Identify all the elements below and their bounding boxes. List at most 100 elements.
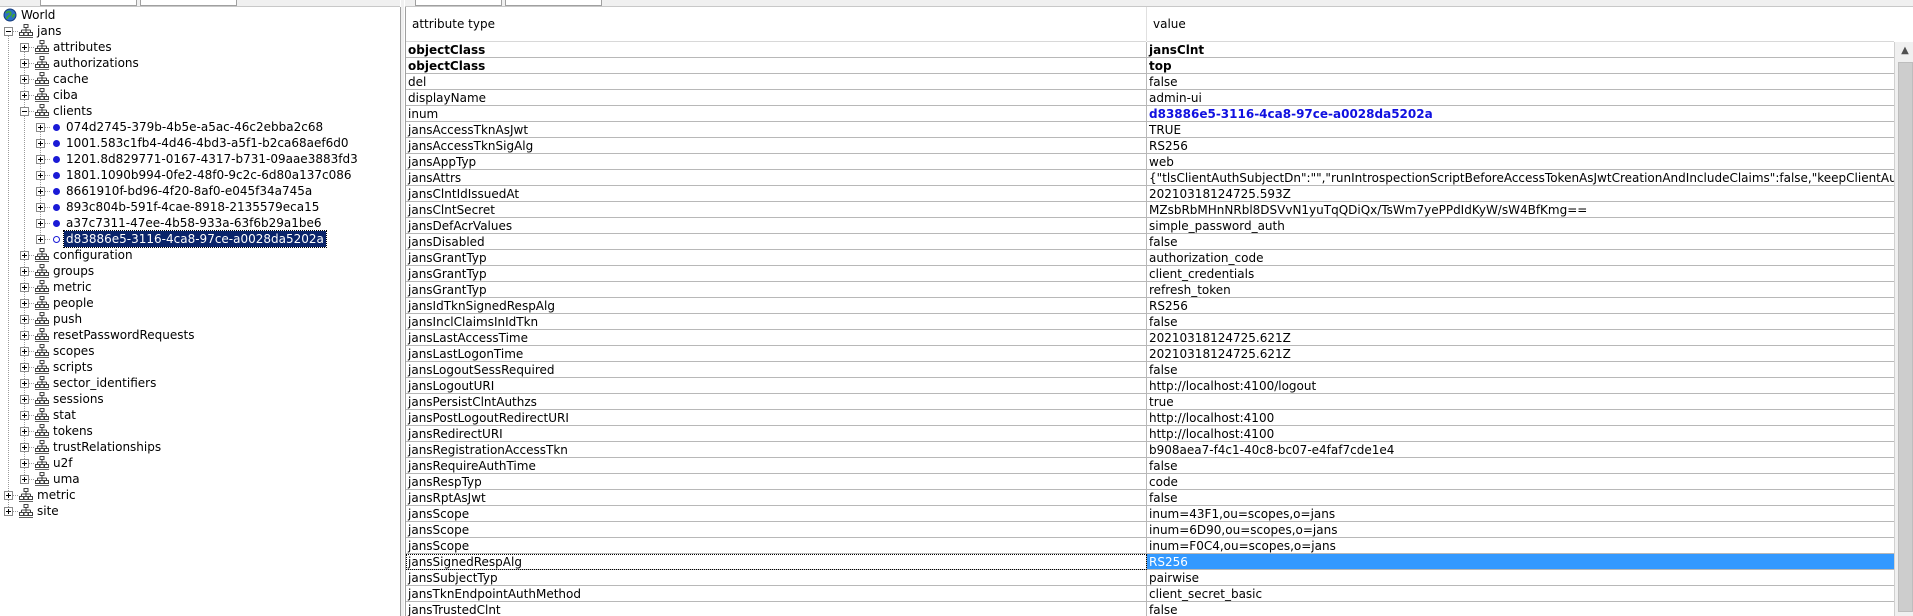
tab-fragment[interactable]: [505, 0, 602, 6]
tree-item-label[interactable]: stat: [51, 407, 78, 423]
attribute-name-cell[interactable]: jansAccessTknSigAlg: [406, 138, 1147, 154]
attribute-value-cell[interactable]: http://localhost:4100: [1147, 426, 1895, 442]
attribute-value-cell[interactable]: false: [1147, 74, 1895, 90]
tree-item[interactable]: tokens: [0, 423, 400, 439]
expand-plus-icon[interactable]: [20, 251, 29, 260]
tree-item-label[interactable]: jans: [35, 23, 64, 39]
attribute-name-cell[interactable]: jansIdTknSignedRespAlg: [406, 298, 1147, 314]
attribute-value-cell[interactable]: false: [1147, 362, 1895, 378]
expand-plus-icon[interactable]: [20, 331, 29, 340]
tree-item[interactable]: people: [0, 295, 400, 311]
tree-item[interactable]: resetPasswordRequests: [0, 327, 400, 343]
table-row[interactable]: jansLastLogonTime 20210318124725.621Z: [406, 346, 1895, 362]
table-row[interactable]: jansScope inum=F0C4,ou=scopes,o=jans: [406, 538, 1895, 554]
table-row[interactable]: jansGrantTyp refresh_token: [406, 282, 1895, 298]
expand-plus-icon[interactable]: [36, 123, 45, 132]
tree-item-label[interactable]: d83886e5-3116-4ca8-97ce-a0028da5202a: [63, 230, 327, 248]
tree-item-label[interactable]: attributes: [51, 39, 114, 55]
tree-item[interactable]: ciba: [0, 87, 400, 103]
attribute-value-cell[interactable]: simple_password_auth: [1147, 218, 1895, 234]
attribute-value-cell[interactable]: 20210318124725.593Z: [1147, 186, 1895, 202]
attribute-name-cell[interactable]: jansAppTyp: [406, 154, 1147, 170]
tree-item-label[interactable]: scopes: [51, 343, 96, 359]
attribute-name-cell[interactable]: del: [406, 74, 1147, 90]
table-row[interactable]: jansAttrs {"tlsClientAuthSubjectDn":"","r…: [406, 170, 1895, 186]
attribute-name-cell[interactable]: jansScope: [406, 522, 1147, 538]
table-row[interactable]: objectClass jansClnt: [406, 42, 1895, 58]
attribute-name-cell[interactable]: jansLogoutURI: [406, 378, 1147, 394]
attribute-name-cell[interactable]: jansTknEndpointAuthMethod: [406, 586, 1147, 602]
tree-item[interactable]: metric: [0, 279, 400, 295]
expand-plus-icon[interactable]: [20, 75, 29, 84]
table-row[interactable]: jansScope inum=43F1,ou=scopes,o=jans: [406, 506, 1895, 522]
tree-item[interactable]: a37c7311-47ee-4b58-933a-63f6b29a1be6: [0, 215, 400, 231]
table-row[interactable]: jansRequireAuthTime false: [406, 458, 1895, 474]
expand-plus-icon[interactable]: [20, 427, 29, 436]
attribute-value-cell[interactable]: RS256: [1147, 554, 1895, 570]
tree-item[interactable]: scripts: [0, 359, 400, 375]
table-row[interactable]: del false: [406, 74, 1895, 90]
tree-item[interactable]: clients: [0, 103, 400, 119]
tree-item-label[interactable]: ciba: [51, 87, 80, 103]
tree-item[interactable]: uma: [0, 471, 400, 487]
attribute-value-cell[interactable]: TRUE: [1147, 122, 1895, 138]
attribute-name-cell[interactable]: jansGrantTyp: [406, 282, 1147, 298]
attribute-name-cell[interactable]: displayName: [406, 90, 1147, 106]
tree-item-label[interactable]: configuration: [51, 247, 135, 263]
attribute-name-cell[interactable]: jansRespTyp: [406, 474, 1147, 490]
attribute-value-cell[interactable]: RS256: [1147, 298, 1895, 314]
tree-item-label[interactable]: uma: [51, 471, 82, 487]
attribute-name-cell[interactable]: jansRequireAuthTime: [406, 458, 1147, 474]
attribute-name-cell[interactable]: jansPersistClntAuthzs: [406, 394, 1147, 410]
collapse-minus-icon[interactable]: [20, 107, 29, 116]
attribute-value-cell[interactable]: false: [1147, 490, 1895, 506]
expand-plus-icon[interactable]: [4, 507, 13, 516]
tree-item-label[interactable]: resetPasswordRequests: [51, 327, 196, 343]
tree-item-label[interactable]: people: [51, 295, 96, 311]
table-row[interactable]: displayName admin-ui: [406, 90, 1895, 106]
table-row[interactable]: jansInclClaimsInIdTkn false: [406, 314, 1895, 330]
tree-item-label[interactable]: a37c7311-47ee-4b58-933a-63f6b29a1be6: [64, 215, 324, 231]
attribute-value-cell[interactable]: inum=43F1,ou=scopes,o=jans: [1147, 506, 1895, 522]
tab-fragment[interactable]: [415, 0, 502, 6]
tree-root-label[interactable]: World: [19, 7, 57, 23]
tree-item-label[interactable]: metric: [35, 487, 78, 503]
tree-item-label[interactable]: 1201.8d829771-0167-4317-b731-09aae3883fd…: [64, 151, 360, 167]
tree-item-label[interactable]: 1001.583c1fb4-4d46-4bd3-a5f1-b2ca68aef6d…: [64, 135, 350, 151]
attribute-name-cell[interactable]: jansSubjectTyp: [406, 570, 1147, 586]
attribute-value-cell[interactable]: false: [1147, 314, 1895, 330]
tree-item[interactable]: scopes: [0, 343, 400, 359]
collapse-minus-icon[interactable]: [4, 27, 13, 36]
table-row[interactable]: jansAppTyp web: [406, 154, 1895, 170]
table-row[interactable]: jansScope inum=6D90,ou=scopes,o=jans: [406, 522, 1895, 538]
table-row[interactable]: jansGrantTyp authorization_code: [406, 250, 1895, 266]
attribute-value-cell[interactable]: false: [1147, 234, 1895, 250]
attribute-value-cell[interactable]: inum=F0C4,ou=scopes,o=jans: [1147, 538, 1895, 554]
attribute-value-cell[interactable]: client_credentials: [1147, 266, 1895, 282]
tree-item-label[interactable]: u2f: [51, 455, 74, 471]
tree-item-label[interactable]: sessions: [51, 391, 106, 407]
attribute-name-cell[interactable]: jansLastLogonTime: [406, 346, 1147, 362]
attribute-value-cell[interactable]: code: [1147, 474, 1895, 490]
table-row[interactable]: jansLastAccessTime 20210318124725.621Z: [406, 330, 1895, 346]
tree-item-label[interactable]: groups: [51, 263, 96, 279]
table-row[interactable]: jansAccessTknSigAlg RS256: [406, 138, 1895, 154]
attribute-value-cell[interactable]: RS256: [1147, 138, 1895, 154]
tree-item[interactable]: push: [0, 311, 400, 327]
tree-item[interactable]: 1201.8d829771-0167-4317-b731-09aae3883fd…: [0, 151, 400, 167]
table-row[interactable]: jansPersistClntAuthzs true: [406, 394, 1895, 410]
attribute-value-cell[interactable]: authorization_code: [1147, 250, 1895, 266]
scroll-up-arrow-icon[interactable]: ▲: [1895, 42, 1913, 60]
table-row[interactable]: jansClntIdIssuedAt 20210318124725.593Z: [406, 186, 1895, 202]
value-header[interactable]: value: [1147, 7, 1894, 42]
table-row[interactable]: jansDefAcrValues simple_password_auth: [406, 218, 1895, 234]
tree-item[interactable]: 893c804b-591f-4cae-8918-2135579eca15: [0, 199, 400, 215]
expand-plus-icon[interactable]: [36, 203, 45, 212]
tree-item-label[interactable]: clients: [51, 103, 94, 119]
table-row[interactable]: jansIdTknSignedRespAlg RS256: [406, 298, 1895, 314]
table-row[interactable]: jansTknEndpointAuthMethod client_secret_b…: [406, 586, 1895, 602]
attribute-value-cell[interactable]: false: [1147, 458, 1895, 474]
attribute-name-cell[interactable]: jansClntIdIssuedAt: [406, 186, 1147, 202]
expand-plus-icon[interactable]: [20, 43, 29, 52]
attribute-name-cell[interactable]: jansPostLogoutRedirectURI: [406, 410, 1147, 426]
